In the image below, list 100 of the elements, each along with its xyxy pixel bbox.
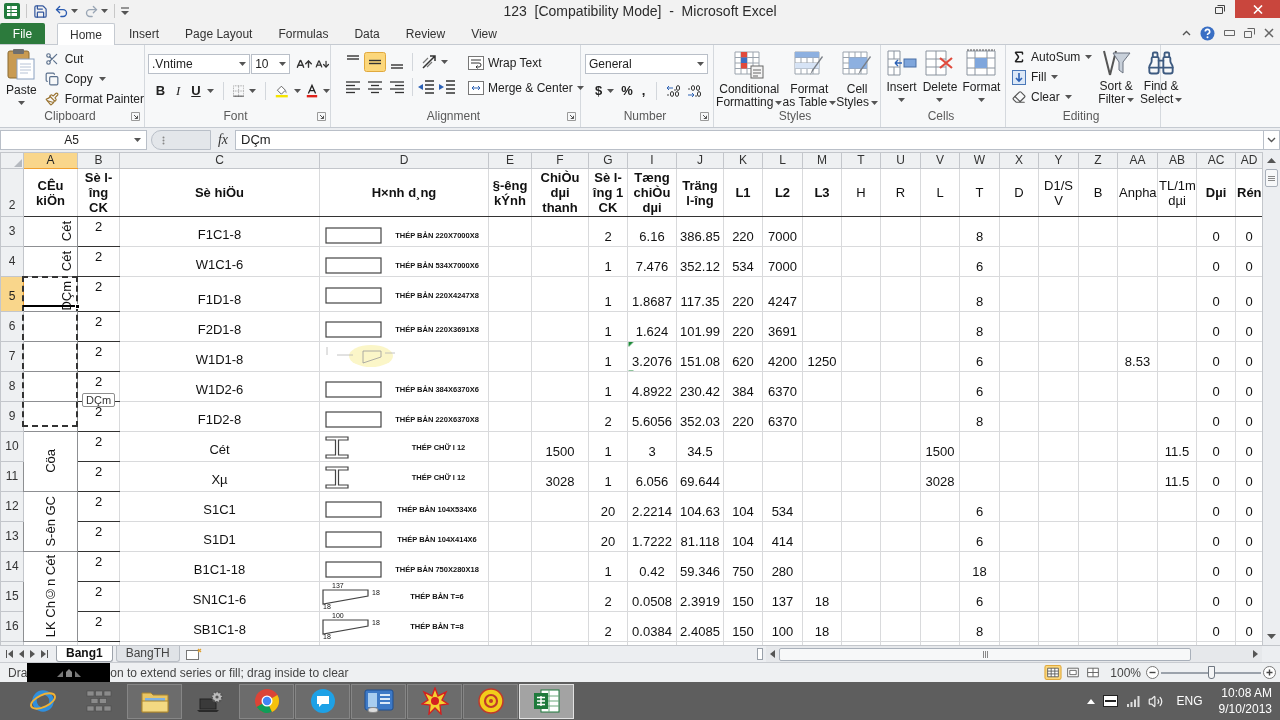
row-header[interactable]: 12	[0, 491, 24, 522]
column-header[interactable]: C	[119, 152, 320, 169]
percent-button[interactable]: %	[619, 82, 635, 100]
column-header[interactable]: X	[999, 152, 1039, 169]
dialog-launcher-icon[interactable]	[131, 111, 140, 121]
column-header[interactable]: A	[23, 152, 78, 169]
format-cells-button[interactable]: Format	[962, 49, 1001, 102]
taskbar-button[interactable]	[407, 683, 462, 719]
dialog-launcher-icon[interactable]	[317, 111, 326, 121]
save-icon[interactable]	[33, 3, 48, 19]
column-header[interactable]: AC	[1196, 152, 1236, 169]
spreadsheet-icon[interactable]	[4, 3, 20, 19]
comma-style-button[interactable]: ,	[639, 82, 648, 100]
last-sheet-icon[interactable]	[41, 650, 48, 658]
zoom-slider-thumb[interactable]	[1208, 666, 1215, 679]
cut-button[interactable]: Cut	[44, 49, 144, 69]
previous-sheet-icon[interactable]	[19, 650, 24, 658]
row-header[interactable]: 2	[0, 168, 24, 217]
signal-icon[interactable]	[1125, 695, 1140, 707]
row-header[interactable]: 13	[0, 521, 24, 552]
autosum-button[interactable]: AutoSum	[1012, 47, 1093, 67]
fill-handle[interactable]	[75, 304, 80, 309]
row-header[interactable]: 10	[0, 431, 24, 462]
taskbar-button[interactable]	[239, 683, 294, 719]
orientation-icon[interactable]	[421, 54, 439, 70]
close-icon[interactable]	[1264, 28, 1274, 38]
undo-icon[interactable]	[54, 3, 69, 19]
font-color-icon[interactable]	[306, 83, 318, 99]
split-handle[interactable]	[757, 648, 763, 660]
zoom-out-icon[interactable]	[1146, 666, 1159, 679]
column-header[interactable]: D	[319, 152, 489, 169]
column-header[interactable]: I	[627, 152, 677, 169]
name-box[interactable]: A5	[0, 130, 147, 150]
speaker-icon[interactable]	[1147, 693, 1163, 709]
column-header[interactable]: U	[880, 152, 921, 169]
taskbar-button[interactable]	[463, 683, 518, 719]
column-header[interactable]: K	[723, 152, 763, 169]
restore-icon[interactable]	[1244, 28, 1255, 38]
taskbar-button[interactable]	[295, 683, 350, 719]
bold-button[interactable]: B	[154, 82, 167, 100]
dialog-launcher-icon[interactable]	[567, 111, 576, 121]
scroll-left-icon[interactable]	[770, 650, 775, 658]
normal-view-icon[interactable]	[1044, 665, 1063, 680]
ring-logo-icon[interactable]	[28, 688, 57, 714]
column-header[interactable]: V	[920, 152, 960, 169]
insert-sheet-icon[interactable]	[185, 648, 202, 660]
column-header[interactable]: AD	[1235, 152, 1262, 169]
format-painter-button[interactable]: Format Painter	[44, 89, 144, 109]
language-indicator[interactable]: ENG	[1176, 692, 1203, 710]
column-header[interactable]: M	[802, 152, 842, 169]
underline-button[interactable]: U	[189, 82, 203, 100]
increase-indent-icon[interactable]	[438, 79, 456, 95]
column-header[interactable]: F	[531, 152, 589, 169]
display-icon[interactable]	[1102, 695, 1118, 707]
first-sheet-icon[interactable]	[6, 650, 13, 658]
formula-field[interactable]: DÇm	[235, 130, 1264, 150]
row-header[interactable]: 14	[0, 551, 24, 582]
insert-function-button[interactable]: fx	[211, 130, 235, 150]
expand-icon[interactable]	[1267, 137, 1276, 143]
increase-decimal-icon[interactable]	[666, 84, 683, 98]
scroll-up-icon[interactable]	[1267, 158, 1276, 163]
collapse-ribbon-icon[interactable]	[1182, 30, 1191, 36]
scroll-right-icon[interactable]	[1253, 650, 1258, 658]
clear-button[interactable]: Clear	[1012, 87, 1093, 107]
font-name-field[interactable]: .Vntime	[148, 54, 251, 74]
wrap-text-button[interactable]: Wrap Text	[468, 53, 584, 73]
row-header[interactable]: 15	[0, 581, 24, 612]
copy-button[interactable]: Copy	[44, 69, 144, 89]
column-header[interactable]: Z	[1078, 152, 1118, 169]
conditional-formatting-button[interactable]: Conditional Formatting	[716, 49, 783, 109]
help-icon[interactable]	[1200, 25, 1215, 41]
row-header[interactable]: 11	[0, 461, 24, 492]
column-header[interactable]: T	[841, 152, 881, 169]
number-format-field[interactable]: General	[585, 54, 708, 74]
formula-bar-handle[interactable]	[151, 130, 211, 150]
delete-cells-button[interactable]: Delete	[922, 49, 958, 102]
zoom-in-icon[interactable]	[1263, 666, 1276, 679]
column-header[interactable]: G	[588, 152, 628, 169]
sort-filter-button[interactable]: Sort & Filter	[1098, 47, 1135, 107]
align-middle-icon[interactable]	[364, 52, 386, 72]
find-select-button[interactable]: Find & Select	[1140, 47, 1183, 107]
sheet-tab[interactable]: Bang1	[56, 646, 113, 662]
column-header[interactable]: Y	[1038, 152, 1079, 169]
row-header[interactable]: 16	[0, 611, 24, 642]
column-header[interactable]: B	[77, 152, 120, 169]
column-header[interactable]: AA	[1117, 152, 1158, 169]
taskbar-button[interactable]	[351, 683, 406, 719]
decrease-decimal-icon[interactable]	[687, 84, 704, 98]
sheet-tab[interactable]: BangTH	[115, 646, 180, 662]
taskbar-button[interactable]	[127, 683, 182, 719]
ribbon-tab[interactable]: Review	[393, 23, 458, 44]
merge-center-button[interactable]: Merge & Center	[468, 78, 584, 98]
font-size-field[interactable]: 10	[251, 54, 290, 74]
insert-cells-button[interactable]: Insert	[885, 49, 918, 102]
ribbon-tab[interactable]: Page Layout	[173, 23, 265, 44]
column-header[interactable]: L	[762, 152, 803, 169]
ribbon-tab[interactable]: View	[459, 23, 509, 44]
computer-gear-icon[interactable]	[196, 689, 225, 713]
customize-icon[interactable]	[121, 6, 129, 16]
cell-styles-button[interactable]: Cell Styles	[836, 49, 878, 109]
